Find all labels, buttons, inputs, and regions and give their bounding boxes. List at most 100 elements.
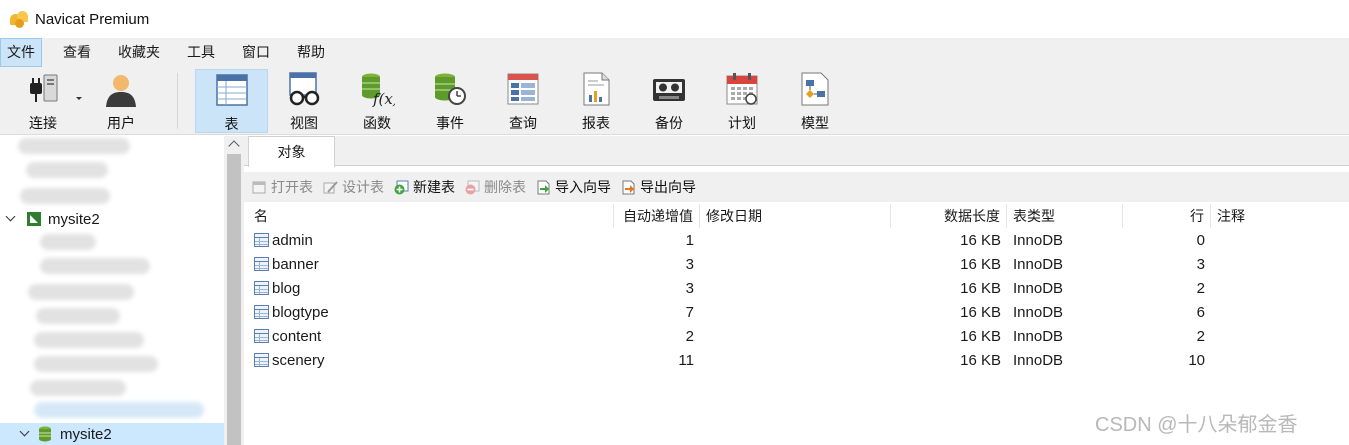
table-row[interactable]: scenery 11 16 KB InnoDB 10 [248, 349, 1349, 373]
add-icon [394, 180, 409, 194]
obscured-tree-item [34, 332, 144, 348]
open-table-icon [252, 181, 266, 193]
connect-dropdown-caret-icon[interactable] [76, 97, 82, 100]
column-header-rows[interactable]: 行 [1123, 204, 1211, 228]
schedule-label: 计划 [728, 115, 756, 131]
column-header-auto-increment[interactable]: 自动递增值 [614, 204, 700, 228]
table-name: blogtype [272, 304, 329, 321]
toolbar-separator [177, 73, 178, 129]
table-name: banner [272, 256, 319, 273]
connect-button[interactable]: 连接 [14, 69, 72, 133]
table-row[interactable]: banner 3 16 KB InnoDB 3 [248, 253, 1349, 277]
table-icon [254, 281, 269, 295]
title-bar: Navicat Premium [0, 0, 1349, 38]
engine-cell: InnoDB [1013, 328, 1064, 345]
tree-scrollbar[interactable] [224, 136, 244, 445]
tree-database-label: mysite2 [60, 425, 112, 443]
menu-tools[interactable]: 工具 [181, 38, 221, 67]
table-icon [254, 257, 269, 271]
table-icon [254, 329, 269, 343]
schedule-button[interactable]: 计划 [712, 69, 772, 133]
tab-objects[interactable]: 对象 [248, 136, 335, 167]
menu-window[interactable]: 窗口 [236, 38, 276, 67]
auto-increment-cell: 1 [685, 232, 694, 249]
table-icon [214, 72, 250, 108]
auto-increment-cell: 7 [685, 304, 694, 321]
table-icon [254, 233, 269, 247]
menu-view[interactable]: 查看 [57, 38, 97, 67]
backup-button[interactable]: 备份 [639, 69, 699, 133]
svg-text:f(x): f(x) [372, 90, 395, 107]
column-header-data-length[interactable]: 数据长度 [891, 204, 1007, 228]
function-button[interactable]: f(x) 函数 [347, 69, 407, 133]
obscured-tree-item [36, 308, 120, 324]
menu-file[interactable]: 文件 [0, 38, 42, 67]
object-action-bar: 打开表 设计表 新建表 删除表 导入向导 导出向导 [244, 172, 1349, 202]
import-icon [537, 180, 550, 194]
column-header-comment[interactable]: 注释 [1211, 204, 1349, 228]
open-table-label: 打开表 [271, 179, 313, 195]
obscured-tree-item [30, 380, 126, 396]
comment-cell [1211, 301, 1349, 325]
user-button[interactable]: 用户 [94, 69, 148, 133]
scroll-up-arrow-icon[interactable] [228, 140, 240, 152]
tree-connection-label: mysite2 [48, 210, 100, 228]
engine-cell: InnoDB [1013, 304, 1064, 321]
comment-cell [1211, 349, 1349, 373]
table-row[interactable]: admin 1 16 KB InnoDB 0 [248, 229, 1349, 253]
tree-database-mysite2[interactable]: mysite2 [0, 423, 224, 445]
data-length-cell: 16 KB [960, 256, 1001, 273]
tree-connection-mysite2[interactable]: mysite2 [0, 207, 224, 231]
table-name-cell: blogtype [248, 301, 614, 325]
auto-increment-cell: 3 [685, 256, 694, 273]
event-button[interactable]: 事件 [420, 69, 480, 133]
column-header-engine[interactable]: 表类型 [1007, 204, 1123, 228]
report-button[interactable]: 报表 [566, 69, 626, 133]
comment-cell [1211, 325, 1349, 349]
import-wizard-button[interactable]: 导入向导 [536, 177, 611, 197]
modified-cell [700, 229, 891, 253]
export-wizard-label: 导出向导 [640, 179, 696, 195]
query-button[interactable]: 查询 [493, 69, 553, 133]
chevron-down-icon[interactable] [6, 214, 16, 224]
delete-table-button[interactable]: 删除表 [465, 177, 526, 197]
view-button[interactable]: 视图 [274, 69, 334, 133]
new-table-button[interactable]: 新建表 [394, 177, 455, 197]
scrollbar-thumb[interactable] [227, 154, 241, 445]
function-label: 函数 [363, 115, 391, 131]
chevron-down-icon[interactable] [20, 429, 30, 439]
export-wizard-button[interactable]: 导出向导 [621, 177, 696, 197]
rows-cell: 2 [1196, 328, 1205, 345]
report-label: 报表 [582, 115, 610, 131]
export-icon [622, 180, 635, 194]
engine-cell: InnoDB [1013, 280, 1064, 297]
comment-cell [1211, 229, 1349, 253]
table-row[interactable]: blog 3 16 KB InnoDB 2 [248, 277, 1349, 301]
table-icon [254, 353, 269, 367]
calendar-icon [724, 71, 760, 107]
backup-label: 备份 [655, 115, 683, 131]
connection-tree[interactable]: mysite2 mysite2 [0, 136, 224, 445]
column-header-name[interactable]: 名 [248, 204, 614, 228]
open-table-button[interactable]: 打开表 [252, 177, 313, 197]
obscured-tree-item [26, 162, 108, 178]
data-length-cell: 16 KB [960, 328, 1001, 345]
table-name-cell: admin [248, 229, 614, 253]
auto-increment-cell: 2 [685, 328, 694, 345]
rows-cell: 3 [1196, 256, 1205, 273]
main-toolbar: 连接 用户 表 视图 f(x 函数 事件 查询 报表 备份 计划 模型 [0, 67, 1349, 135]
design-table-button[interactable]: 设计表 [323, 177, 384, 197]
event-clock-icon [432, 71, 468, 107]
menu-help[interactable]: 帮助 [291, 38, 331, 67]
column-header-modified[interactable]: 修改日期 [700, 204, 891, 228]
user-icon [103, 71, 139, 107]
model-button[interactable]: 模型 [785, 69, 845, 133]
table-button[interactable]: 表 [195, 69, 268, 133]
menu-favorites[interactable]: 收藏夹 [112, 38, 166, 67]
plug-icon [25, 71, 61, 107]
data-length-cell: 16 KB [960, 304, 1001, 321]
delete-table-label: 删除表 [484, 179, 526, 195]
table-row[interactable]: content 2 16 KB InnoDB 2 [248, 325, 1349, 349]
modified-cell [700, 253, 891, 277]
table-row[interactable]: blogtype 7 16 KB InnoDB 6 [248, 301, 1349, 325]
